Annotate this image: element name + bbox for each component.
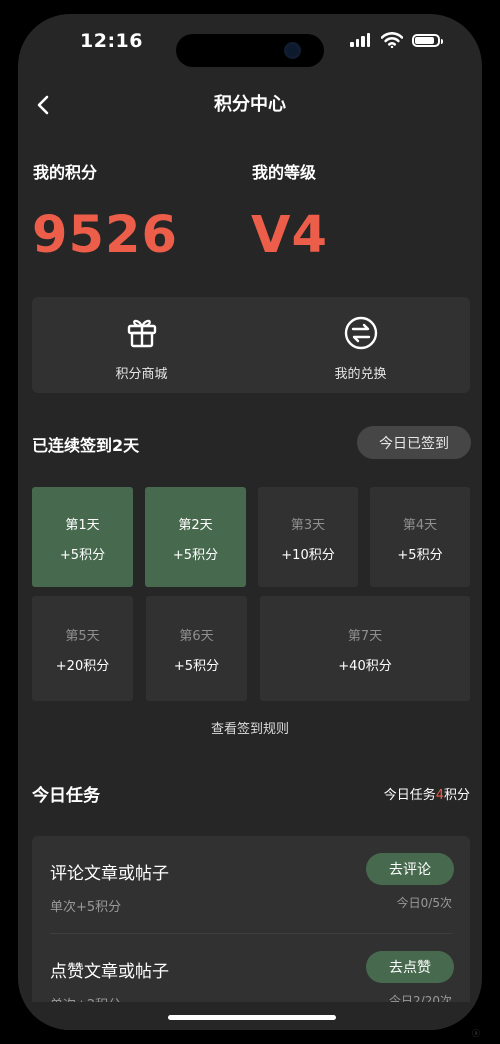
day-name: 第4天 bbox=[402, 518, 438, 533]
day-name: 第2天 bbox=[178, 518, 213, 533]
day-points: +5积分 bbox=[172, 548, 219, 563]
tasks-summary-prefix: 今日任务 bbox=[383, 788, 436, 803]
checkin-day-3[interactable]: 第3天 +10积分 bbox=[258, 487, 358, 587]
wifi-icon bbox=[381, 32, 403, 48]
day-name: 第7天 bbox=[347, 629, 383, 644]
checkin-day-2[interactable]: 第2天 +5积分 bbox=[145, 487, 246, 587]
shortcut-card: 积分商城 我的兑换 bbox=[32, 297, 470, 393]
task-progress: 今日0/5次 bbox=[396, 896, 452, 910]
battery-icon bbox=[412, 33, 443, 47]
points-value: 9526 bbox=[32, 206, 178, 265]
checkin-day-6[interactable]: 第6天 +5积分 bbox=[146, 596, 247, 701]
tasks-card: 评论文章或帖子 单次+5积分 去评论 今日0/5次 点赞文章或帖子 单次+2积分… bbox=[32, 836, 470, 1030]
day-name: 第5天 bbox=[65, 629, 100, 644]
level-label: 我的等级 bbox=[252, 163, 317, 182]
task-title: 评论文章或帖子 bbox=[50, 864, 169, 884]
checkin-streak: 已连续签到2天 bbox=[32, 436, 140, 455]
day-points: +5积分 bbox=[59, 548, 106, 563]
dynamic-island bbox=[176, 34, 324, 67]
home-indicator[interactable] bbox=[168, 1015, 336, 1020]
checkin-rules-link[interactable]: 查看签到规则 bbox=[18, 718, 482, 737]
checkin-day-5[interactable]: 第5天 +20积分 bbox=[32, 596, 133, 701]
day-name: 第1天 bbox=[65, 518, 100, 533]
day-name: 第3天 bbox=[290, 518, 326, 533]
checkin-day-4[interactable]: 第4天 +5积分 bbox=[370, 487, 470, 587]
day-points: +40积分 bbox=[338, 659, 392, 674]
go-comment-button[interactable]: 去评论 bbox=[366, 853, 454, 885]
day-points: +5积分 bbox=[173, 659, 220, 674]
tasks-summary-value: 4 bbox=[435, 788, 444, 803]
corner-watermark: ⓐ bbox=[472, 1029, 480, 1038]
level-value: V4 bbox=[251, 206, 328, 265]
status-icons bbox=[350, 32, 443, 48]
page-title: 积分中心 bbox=[214, 94, 286, 115]
my-exchange-label: 我的兑换 bbox=[334, 367, 387, 382]
task-item-comment: 评论文章或帖子 单次+5积分 去评论 今日0/5次 bbox=[32, 836, 470, 934]
points-mall-entry[interactable]: 积分商城 bbox=[32, 297, 251, 393]
camera-icon bbox=[284, 42, 301, 59]
signal-icon bbox=[350, 33, 372, 47]
day-name: 第6天 bbox=[179, 629, 214, 644]
phone-screen: 12:16 积分中心 我的积分 9526 我的等级 V4 积分商城 我的兑换 已… bbox=[18, 14, 482, 1030]
points-mall-label: 积分商城 bbox=[115, 367, 168, 382]
day-points: +20积分 bbox=[55, 659, 110, 674]
tasks-summary-suffix: 积分 bbox=[443, 788, 470, 803]
gift-icon bbox=[127, 319, 157, 348]
day-points: +10积分 bbox=[281, 548, 335, 563]
checked-in-button[interactable]: 今日已签到 bbox=[357, 426, 471, 459]
task-title: 点赞文章或帖子 bbox=[50, 962, 169, 982]
points-label: 我的积分 bbox=[33, 163, 98, 182]
tasks-title: 今日任务 bbox=[32, 786, 100, 806]
status-time: 12:16 bbox=[80, 30, 143, 52]
task-reward: 单次+5积分 bbox=[50, 900, 122, 915]
checkin-day-1[interactable]: 第1天 +5积分 bbox=[32, 487, 133, 587]
checkin-day-7[interactable]: 第7天 +40积分 bbox=[260, 596, 470, 701]
my-exchange-entry[interactable]: 我的兑换 bbox=[251, 297, 470, 393]
day-points: +5积分 bbox=[397, 548, 443, 563]
go-like-button[interactable]: 去点赞 bbox=[366, 951, 454, 983]
battery-level bbox=[415, 36, 434, 44]
exchange-icon bbox=[344, 316, 378, 350]
tasks-summary: 今日任务4积分 bbox=[384, 784, 470, 803]
